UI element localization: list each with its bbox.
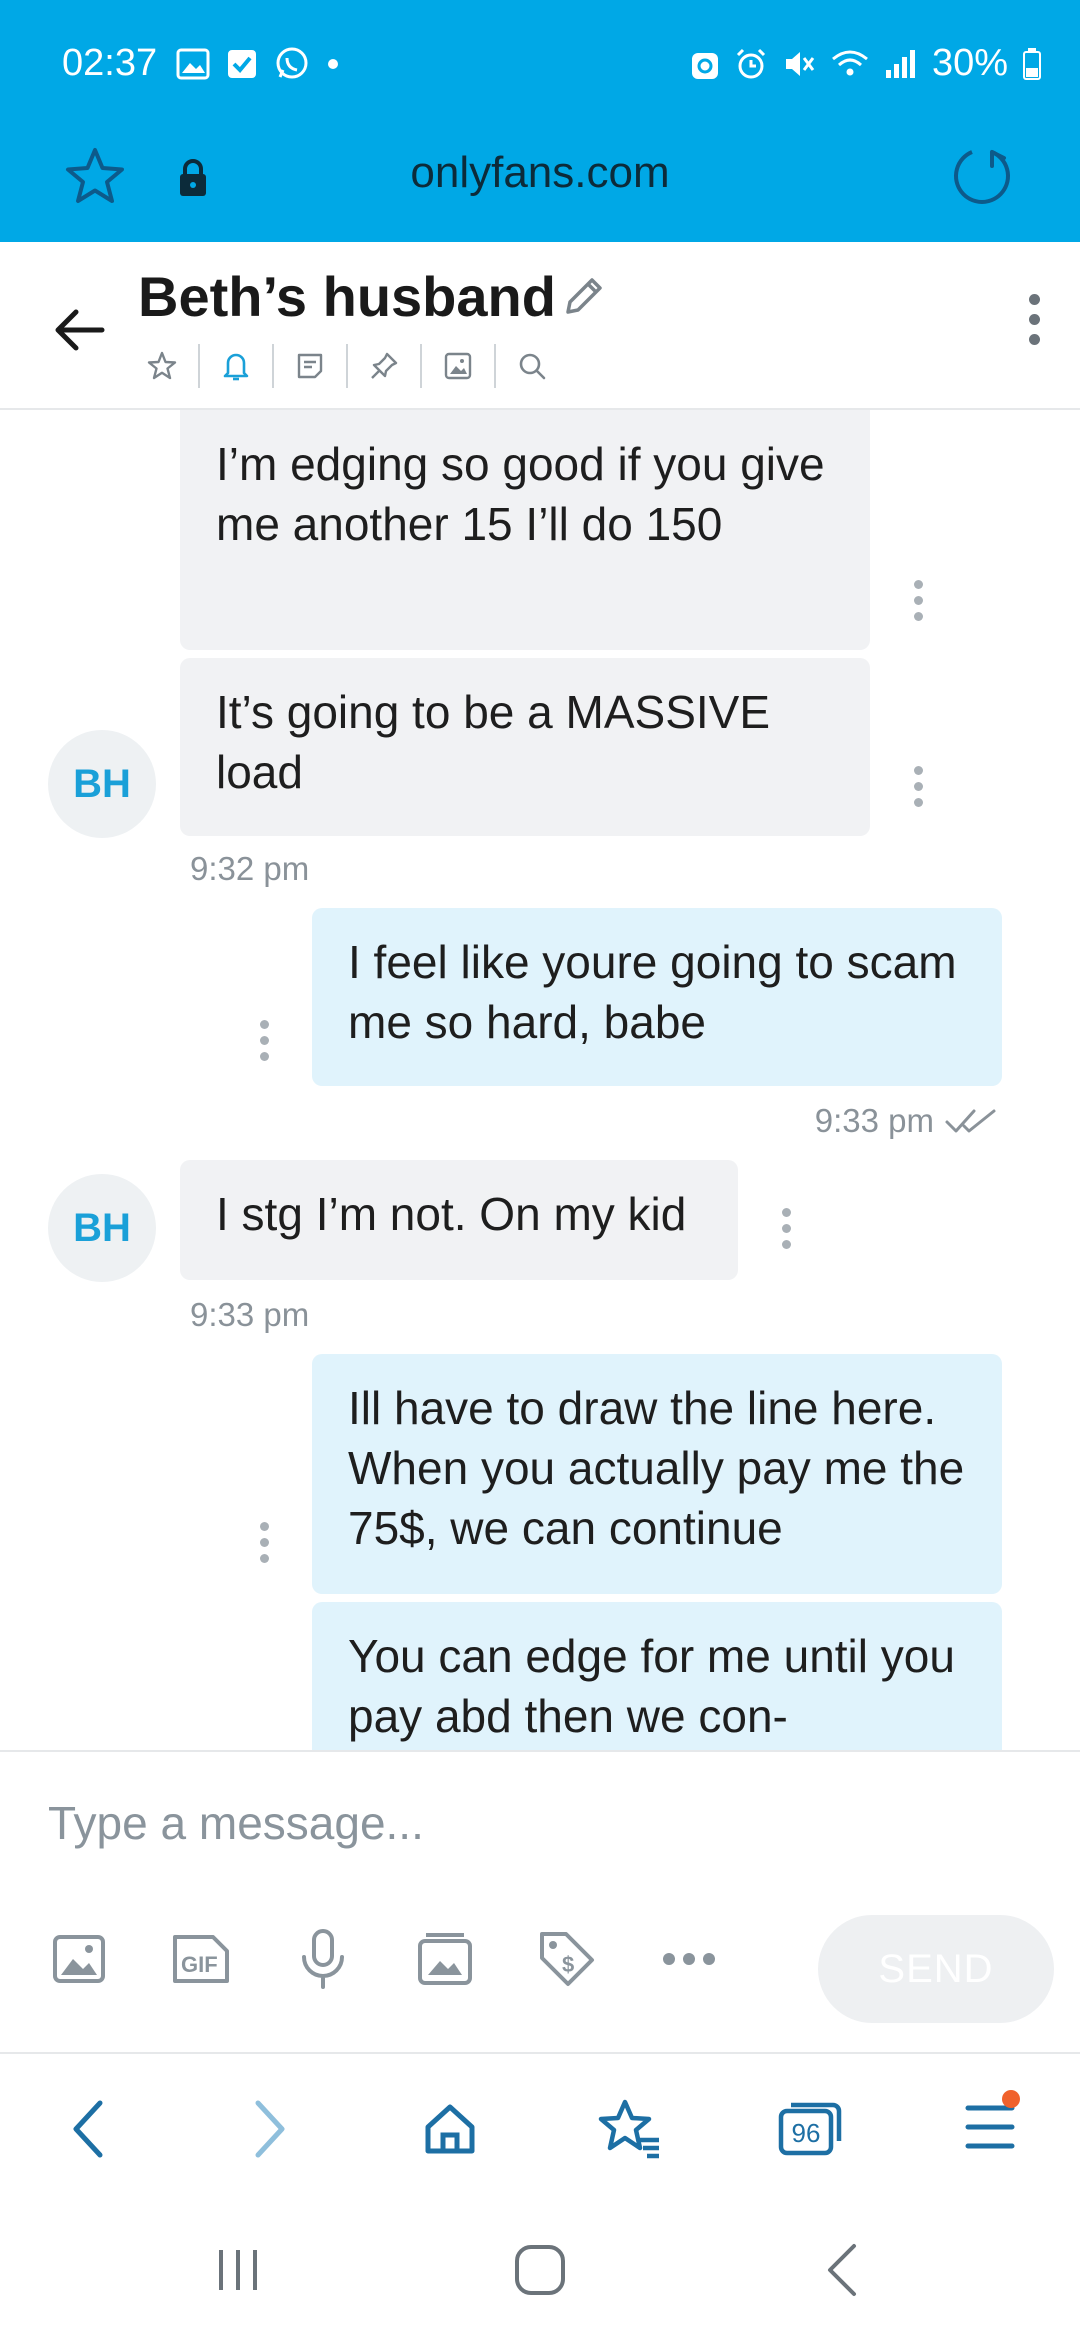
bookmarks-button[interactable] — [590, 2094, 670, 2164]
system-home-button[interactable] — [500, 2238, 580, 2302]
toolbar-divider — [346, 344, 348, 388]
notification-dot — [1002, 2089, 1020, 2108]
microphone-icon[interactable] — [292, 1928, 354, 1990]
alarm-icon — [736, 48, 765, 78]
message-options-button[interactable] — [912, 766, 924, 807]
notification-icons — [176, 46, 340, 82]
toolbar-divider — [494, 344, 496, 388]
pin-icon[interactable] — [360, 344, 408, 388]
recent-apps-icon — [219, 2250, 257, 2290]
browser-back-button[interactable] — [48, 2094, 128, 2164]
system-home-icon — [515, 2245, 565, 2295]
message-text: You can edge for me until you pay abd th… — [348, 1630, 955, 1742]
message-timestamp: 9:32 pm — [190, 850, 310, 887]
outgoing-message[interactable]: I feel like youre going to scam me so ha… — [312, 908, 1002, 1086]
price-tag-icon[interactable]: $ — [536, 1928, 598, 1990]
toolbar-divider — [198, 344, 200, 388]
wifi-icon — [831, 50, 868, 75]
url-text[interactable]: onlyfans.com — [0, 148, 1080, 198]
tabs-button[interactable]: 96 — [770, 2094, 850, 2164]
read-receipt-icon — [945, 1109, 996, 1133]
message-text: I feel like youre going to scam me so ha… — [348, 936, 957, 1048]
vault-icon[interactable] — [414, 1928, 476, 1990]
status-right: 30% — [690, 42, 1042, 85]
whatsapp-icon — [276, 47, 308, 79]
search-icon[interactable] — [508, 344, 556, 388]
tabs-icon: 96 — [778, 2102, 842, 2156]
system-back-icon — [828, 2244, 856, 2296]
system-navigation-bar — [0, 2192, 1080, 2340]
back-arrow-icon[interactable] — [50, 300, 110, 360]
message-options-button[interactable] — [780, 1208, 792, 1249]
browser-forward-button[interactable] — [230, 2094, 310, 2164]
battery-percent: 30% — [931, 42, 1008, 84]
chat-header: Beth’s husband — [0, 242, 1080, 410]
incoming-message[interactable]: It’s going to be a MASSIVE load — [180, 658, 870, 836]
svg-text:$: $ — [562, 1952, 574, 1977]
message-text: It’s going to be a MASSIVE load — [216, 686, 771, 798]
message-composer: GIF $ SEND — [0, 1750, 1080, 2052]
menu-icon — [965, 2105, 1015, 2148]
gallery-icon — [176, 48, 210, 80]
message-list[interactable]: I’m edging so good if you give me anothe… — [0, 410, 1080, 1750]
message-options-button[interactable] — [912, 580, 924, 621]
incoming-message[interactable]: I’m edging so good if you give me anothe… — [180, 410, 870, 650]
url-bar: onlyfans.com — [0, 128, 1080, 242]
bell-icon[interactable] — [212, 344, 260, 388]
chat-toolbar — [138, 342, 556, 390]
reload-icon[interactable] — [948, 142, 1016, 210]
message-text: I stg I’m not. On my kid — [216, 1188, 687, 1240]
incoming-message[interactable]: I stg I’m not. On my kid — [180, 1160, 738, 1280]
avatar[interactable]: BH — [48, 1174, 156, 1282]
chat-options-button[interactable] — [1028, 294, 1040, 345]
recent-apps-button[interactable] — [198, 2238, 278, 2302]
toolbar-divider — [420, 344, 422, 388]
media-icon[interactable] — [434, 344, 482, 388]
checkbox-icon — [228, 50, 256, 78]
browser-menu-button[interactable] — [950, 2089, 1030, 2164]
more-options-icon[interactable] — [658, 1928, 720, 1990]
home-icon — [425, 2104, 475, 2154]
chevron-left-icon — [73, 2100, 103, 2158]
outgoing-message[interactable]: Ill have to draw the line here. When you… — [312, 1354, 1002, 1594]
bookmarks-star-icon — [598, 2099, 659, 2159]
gif-icon[interactable]: GIF — [170, 1928, 232, 1990]
tab-count: 96 — [792, 2118, 821, 2148]
composer-toolbar: GIF $ — [48, 1928, 720, 1990]
message-input[interactable] — [48, 1788, 988, 1858]
dot-icon — [328, 59, 338, 69]
message-text: Ill have to draw the line here. When you… — [348, 1382, 965, 1554]
message-timestamp: 9:33 pm — [814, 1102, 934, 1139]
battery-icon — [1023, 47, 1041, 80]
favorite-star-icon[interactable] — [138, 344, 186, 388]
message-text: I’m edging so good if you give me anothe… — [216, 438, 825, 550]
contact-name[interactable]: Beth’s husband — [138, 264, 556, 329]
status-bar: 02:37 30% — [0, 0, 1080, 128]
mute-icon — [785, 51, 815, 76]
browser-top-bar: 02:37 30% onlyfans.com — [0, 0, 1080, 242]
message-options-button[interactable] — [258, 1020, 270, 1061]
system-back-button[interactable] — [802, 2238, 882, 2302]
message-options-button[interactable] — [258, 1522, 270, 1563]
menu-icon-wrap — [964, 2089, 1020, 2157]
chevron-right-icon — [255, 2100, 285, 2158]
browser-bottom-nav: 96 — [0, 2052, 1080, 2192]
message-timestamp-row: 9:33 pm — [815, 1102, 1000, 1140]
outgoing-message[interactable]: You can edge for me until you pay abd th… — [312, 1602, 1002, 1750]
avatar[interactable]: BH — [48, 730, 156, 838]
toolbar-divider — [272, 344, 274, 388]
send-button[interactable]: SEND — [818, 1915, 1054, 2023]
note-icon[interactable] — [286, 344, 334, 388]
svg-text:GIF: GIF — [181, 1952, 218, 1977]
image-icon[interactable] — [48, 1928, 110, 1990]
signal-icon — [885, 49, 915, 78]
message-timestamp: 9:33 pm — [190, 1296, 310, 1333]
home-button[interactable] — [410, 2094, 490, 2164]
lock-badge-icon — [691, 52, 718, 79]
pencil-icon[interactable] — [558, 270, 610, 322]
status-time: 02:37 — [62, 42, 158, 84]
